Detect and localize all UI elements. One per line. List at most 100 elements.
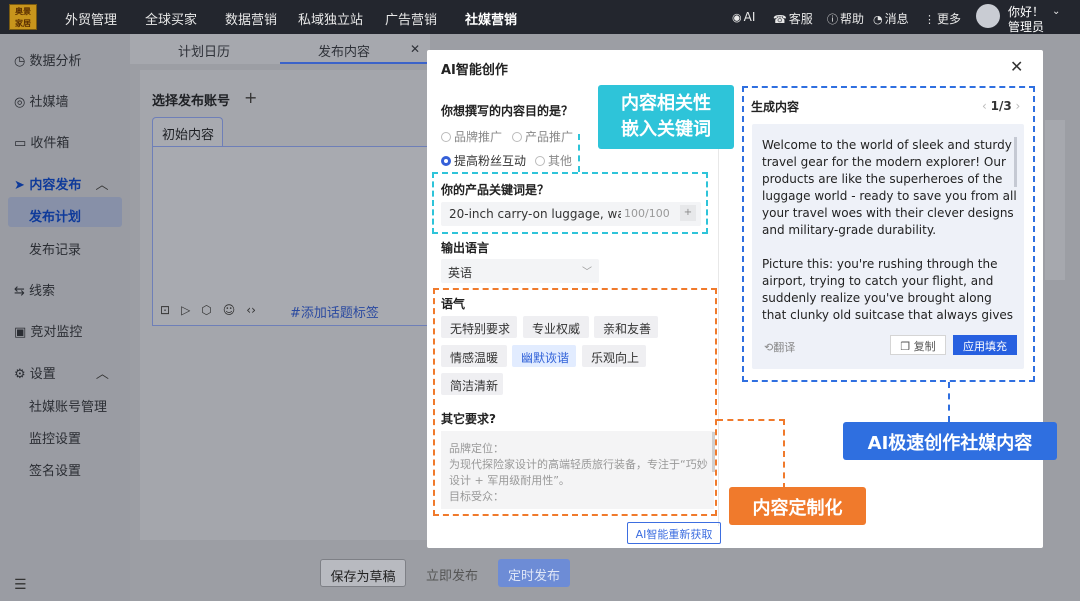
help-link[interactable]: ⓘ 帮助	[827, 10, 864, 27]
sidebar-item-settings[interactable]: ⚙ 设置 ︿	[14, 363, 109, 382]
keyword-relevance-callout: 内容相关性 嵌入关键词	[598, 85, 734, 149]
tab-bar	[130, 34, 430, 64]
more-icon: ⋮	[924, 13, 935, 26]
customization-callout: 内容定制化	[729, 487, 866, 525]
add-account-icon[interactable]: +	[244, 88, 257, 107]
account-label: 选择发布账号	[152, 94, 231, 109]
purpose-other-radio[interactable]: 其他	[535, 152, 572, 169]
sidebar-item-publish-records[interactable]: 发布记录	[29, 239, 81, 258]
send-icon: ➤	[14, 178, 30, 193]
nav-social-marketing[interactable]: 社媒营销	[465, 9, 517, 28]
language-value: 英语	[448, 266, 473, 280]
code-icon[interactable]: ‹›	[246, 303, 256, 317]
radio-label: 产品推广	[525, 130, 574, 144]
image-icon[interactable]: ⊡	[160, 303, 170, 317]
chevron-down-icon: ﹀	[582, 267, 592, 278]
service-label: 客服	[788, 12, 813, 26]
chevron-down-icon[interactable]: ⌄	[1052, 6, 1060, 17]
more-link[interactable]: ⋮ 更多	[924, 10, 961, 27]
leads-icon: ⇆	[14, 284, 30, 299]
bell-icon: ◔	[873, 13, 883, 26]
service-link[interactable]: ☎ 客服	[773, 10, 813, 27]
radio-label: 其他	[548, 154, 573, 168]
sidebar-item-inbox[interactable]: ▭ 收件箱	[14, 132, 69, 151]
sidebar-item-publish-plan[interactable]: 发布计划	[29, 206, 81, 225]
nav-data-marketing[interactable]: 数据营销	[225, 9, 277, 28]
publish-now-button[interactable]: 立即发布	[418, 559, 486, 587]
sidebar	[0, 34, 130, 601]
more-label: 更多	[937, 12, 962, 26]
purpose-engagement-radio[interactable]: 提高粉丝互动	[441, 152, 526, 169]
purpose-question: 你想撰写的内容目的是？	[441, 104, 574, 118]
messages-link[interactable]: ◔ 消息	[873, 10, 909, 27]
nav-global-buyers[interactable]: 全球买家	[145, 9, 197, 28]
editor-toolbar: ⊡ ▷ ⬡ ☺ ‹›	[160, 303, 267, 317]
modal-title: AI智能创作	[441, 63, 508, 78]
generated-highlight-box	[742, 86, 1035, 382]
sidebar-item-label: 数据分析	[29, 54, 82, 69]
ai-icon: ◉	[732, 11, 742, 24]
sidebar-item-label: 线索	[29, 284, 56, 299]
chevron-up-icon: ︿	[95, 367, 109, 382]
keyword-connector-line	[578, 134, 580, 172]
language-question: 输出语言	[441, 241, 490, 255]
close-icon[interactable]: ✕	[410, 42, 420, 56]
regenerate-button[interactable]: AI智能重新获取	[627, 522, 721, 544]
sidebar-item-leads[interactable]: ⇆ 线索	[14, 280, 55, 299]
inbox-icon: ▭	[14, 136, 31, 151]
sidebar-item-account-manage[interactable]: 社媒账号管理	[29, 396, 107, 415]
monitor-icon: ▣	[14, 325, 31, 340]
tab-plan-calendar[interactable]: 计划日历	[178, 41, 230, 60]
gear-icon: ⚙	[14, 367, 30, 382]
sidebar-item-label: 内容发布	[29, 178, 82, 193]
chart-icon: ◷	[14, 54, 30, 69]
tab-initial-content[interactable]: 初始内容	[152, 117, 223, 147]
sidebar-item-data-analysis[interactable]: ◷ 数据分析	[14, 50, 82, 69]
sidebar-item-monitor-settings[interactable]: 监控设置	[29, 428, 81, 447]
sidebar-item-competitor-monitor[interactable]: ▣ 竞对监控	[14, 321, 82, 340]
ai-link[interactable]: ◉ AI	[732, 10, 755, 24]
service-icon: ☎	[773, 13, 787, 26]
video-icon[interactable]: ▷	[181, 303, 190, 317]
add-topic-tag[interactable]: #添加话题标签	[290, 302, 379, 321]
company-logo[interactable]: 奥景 家居	[9, 4, 37, 30]
nav-ad-marketing[interactable]: 广告营销	[385, 9, 437, 28]
help-label: 帮助	[840, 12, 865, 26]
radio-label: 提高粉丝互动	[454, 154, 527, 168]
active-tab-indicator	[280, 62, 428, 64]
close-icon[interactable]: ✕	[1010, 57, 1023, 76]
chevron-up-icon: ︿	[95, 178, 109, 193]
keyword-highlight-box	[432, 172, 708, 234]
user-greeting: 你好！	[1008, 5, 1045, 19]
nav-private-site[interactable]: 私域独立站	[298, 9, 363, 28]
content-editor[interactable]	[152, 146, 430, 326]
tab-publish-content[interactable]: 发布内容	[318, 41, 370, 60]
emoji-icon[interactable]: ☺	[223, 303, 236, 317]
user-menu[interactable]: 你好！ 管理员	[1008, 5, 1044, 35]
messages-label: 消息	[884, 12, 909, 26]
radio-label: 品牌推广	[454, 130, 503, 144]
purpose-brand-radio[interactable]: 品牌推广	[441, 128, 502, 145]
ai-connector-line	[948, 382, 950, 422]
location-icon: ◎	[14, 95, 30, 110]
purpose-product-radio[interactable]: 产品推广	[512, 128, 573, 145]
ai-creation-callout: AI极速创作社媒内容	[843, 422, 1057, 460]
ai-label: AI	[743, 10, 756, 24]
sidebar-item-content-publish[interactable]: ➤ 内容发布 ︿	[14, 174, 108, 193]
side-panel-edge	[1045, 120, 1065, 280]
avatar[interactable]	[976, 4, 1000, 28]
sidebar-item-label: 竞对监控	[30, 325, 83, 340]
package-icon[interactable]: ⬡	[201, 303, 211, 317]
sidebar-item-signature-settings[interactable]: 签名设置	[29, 460, 81, 479]
sidebar-item-label: 设置	[29, 367, 56, 382]
sidebar-item-social-wall[interactable]: ◎ 社媒墙	[14, 91, 69, 110]
menu-icon[interactable]: ☰	[14, 577, 27, 593]
sidebar-item-label: 社媒墙	[29, 95, 69, 110]
nav-foreign-trade[interactable]: 外贸管理	[65, 9, 117, 28]
customization-highlight-box	[433, 288, 717, 516]
user-role: 管理员	[1008, 20, 1045, 34]
sidebar-item-label: 收件箱	[30, 136, 70, 151]
language-select[interactable]: 英语 ﹀	[441, 259, 599, 283]
save-draft-button[interactable]: 保存为草稿	[320, 559, 406, 587]
schedule-publish-button[interactable]: 定时发布	[498, 559, 570, 587]
